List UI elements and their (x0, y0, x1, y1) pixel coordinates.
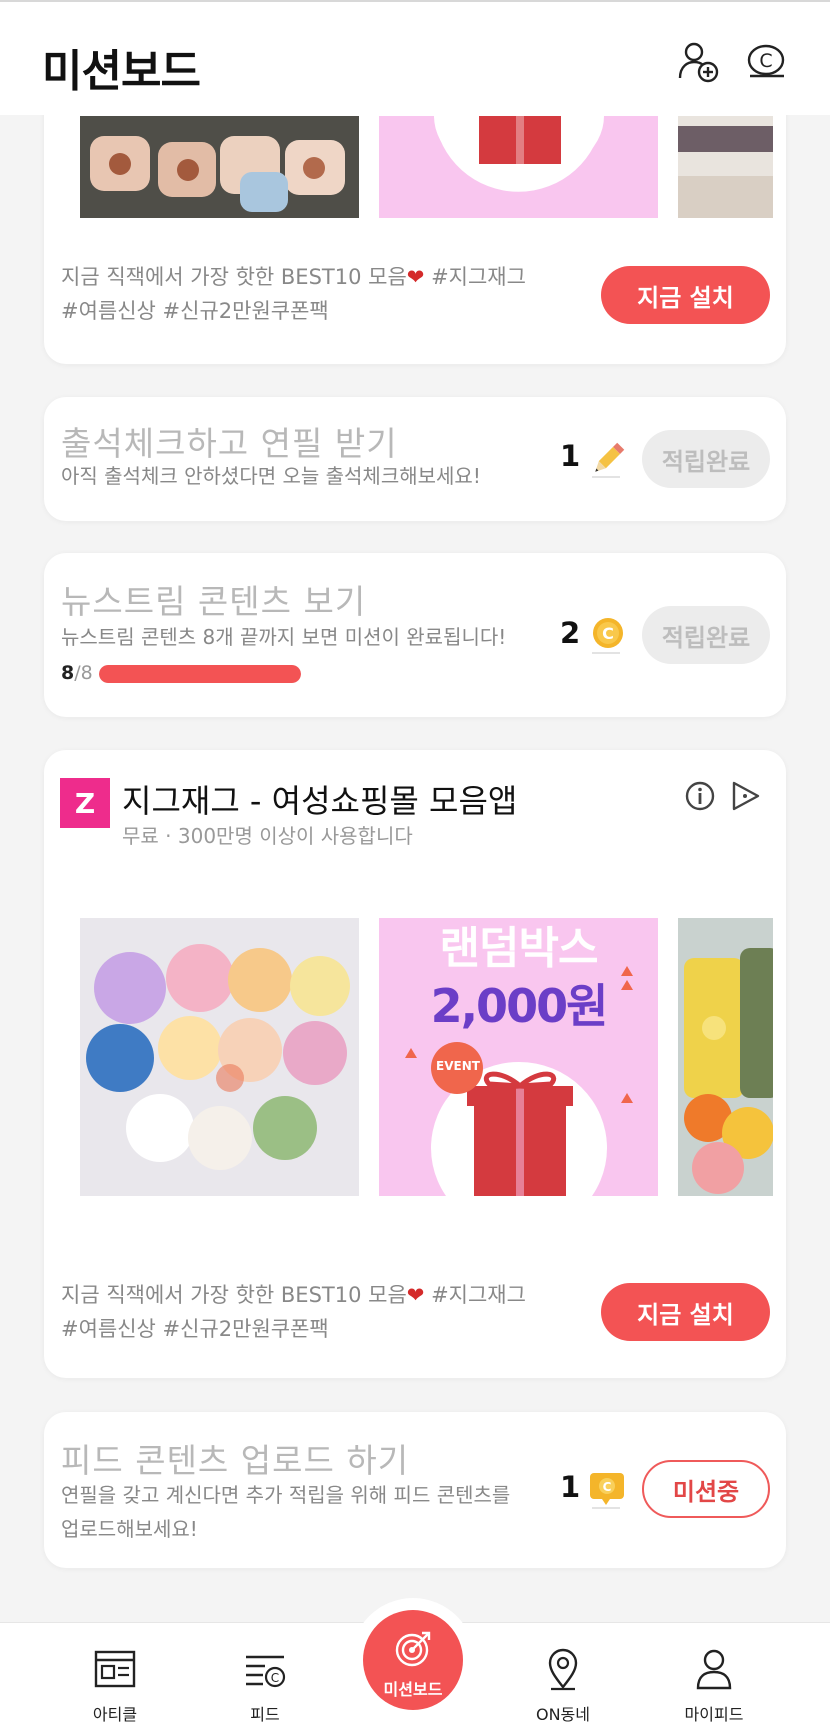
nav-item-article[interactable]: 아티클 (60, 1623, 170, 1729)
ad-choices-icon[interactable] (730, 780, 762, 812)
nav-item-myfeed[interactable]: 마이피드 (659, 1623, 769, 1729)
product-image-cases[interactable] (80, 116, 359, 218)
ad-description: 지금 직잭에서 가장 핫한 BEST10 모음❤ #지그재그 #여름신상 #신규… (61, 260, 551, 328)
mission-title: 출석체크하고 연필 받기 (61, 424, 398, 463)
mission-subtitle-line2: 업로드해보세요! (61, 1517, 198, 1541)
page-title: 미션보드 (42, 46, 201, 97)
install-button[interactable]: 지금 설치 (601, 1283, 770, 1341)
nav-label: 미션보드 (383, 1680, 443, 1699)
product-image-bag[interactable] (678, 116, 773, 218)
product-image-scrunchies[interactable] (80, 918, 359, 1196)
app-logo[interactable]: Z (60, 778, 110, 828)
event-badge: EVENT (436, 1059, 480, 1073)
heart-icon: ❤ (406, 1283, 425, 1307)
app-meta: 무료 · 300만명 이상이 사용합니다 (122, 824, 413, 848)
heart-icon: ❤ (406, 265, 425, 289)
promo-price: 2,000원 (430, 979, 609, 1033)
app-header: 미션보드 C (0, 0, 830, 115)
ad-image-strip[interactable]: 랜덤박스 2,000원 EVENT (80, 918, 775, 1196)
app-name[interactable]: 지그재그 - 여성쇼핑몰 모음앱 (122, 776, 517, 822)
status-complete-button[interactable]: 적립완료 (642, 606, 770, 664)
nav-item-missionboard[interactable]: 미션보드 (351, 1598, 475, 1722)
info-icon[interactable] (684, 780, 716, 812)
person-icon (692, 1647, 736, 1691)
coin-icon[interactable]: C (744, 40, 788, 84)
location-icon (541, 1647, 585, 1691)
reward-count: 1 (560, 1470, 581, 1504)
mission-subtitle: 연필을 갖고 계신다면 추가 적립을 위해 피드 콘텐츠를 업로드해보세요! (61, 1478, 510, 1546)
feed-icon: C (243, 1647, 287, 1691)
product-image-phonecase[interactable] (678, 918, 773, 1196)
progress-current: 8 (61, 662, 75, 684)
missionboard-button[interactable]: 미션보드 (363, 1610, 463, 1710)
ad-tags: #여름신상 #신규2만원쿠폰팩 (61, 299, 329, 323)
ad-tag: #지그재그 (424, 1283, 526, 1307)
pencil-icon (588, 439, 628, 479)
progress-bar (99, 665, 301, 683)
progress-label: 8/8 (61, 662, 93, 684)
svg-text:C: C (603, 1480, 612, 1494)
svg-text:C: C (759, 50, 772, 72)
mission-subtitle: 아직 출석체크 안하셨다면 오늘 출석체크해보세요! (61, 464, 481, 488)
status-complete-button[interactable]: 적립완료 (642, 430, 770, 488)
target-icon (392, 1628, 434, 1670)
status-in-progress-button[interactable]: 미션중 (642, 1460, 770, 1518)
svg-text:C: C (271, 1671, 279, 1685)
ad-card-main: Z 지그재그 - 여성쇼핑몰 모음앱 무료 · 300만명 이상이 사용합니다 (44, 750, 786, 1378)
ad-desc-text: 지금 직잭에서 가장 핫한 BEST10 모음 (61, 265, 407, 289)
mission-subtitle: 뉴스트림 콘텐츠 8개 끝까지 보면 미션이 완료됩니다! (61, 625, 507, 649)
product-image-gift[interactable] (379, 116, 658, 218)
mission-title: 피드 콘텐츠 업로드 하기 (61, 1441, 410, 1480)
article-icon (93, 1647, 137, 1691)
svg-text:C: C (602, 624, 614, 643)
progress-total: /8 (74, 662, 93, 684)
mission-title: 뉴스트림 콘텐츠 보기 (61, 582, 367, 621)
add-user-icon[interactable] (676, 40, 720, 84)
promo-title: 랜덤박스 (439, 923, 599, 974)
reward-count: 1 (560, 439, 581, 473)
nav-label: 마이피드 (684, 1705, 744, 1724)
nav-item-feed[interactable]: C 피드 (210, 1623, 320, 1729)
mission-card-feed-upload[interactable]: 피드 콘텐츠 업로드 하기 연필을 갖고 계신다면 추가 적립을 위해 피드 콘… (44, 1412, 786, 1568)
ad-tags: #여름신상 #신규2만원쿠폰팩 (61, 1317, 329, 1341)
mission-subtitle-line1: 연필을 갖고 계신다면 추가 적립을 위해 피드 콘텐츠를 (61, 1483, 511, 1507)
nav-label: 피드 (250, 1705, 280, 1724)
nav-label: ON동네 (535, 1705, 590, 1724)
coin-reward-icon: C (588, 615, 628, 655)
reward-count: 2 (560, 616, 581, 650)
ad-description: 지금 직잭에서 가장 핫한 BEST10 모음❤ #지그재그 #여름신상 #신규… (61, 1278, 551, 1346)
progress-fill (99, 665, 301, 683)
ad-desc-text: 지금 직잭에서 가장 핫한 BEST10 모음 (61, 1283, 407, 1307)
nav-label: 아티클 (92, 1705, 138, 1724)
ad-image-strip[interactable] (80, 116, 775, 218)
ad-tag: #지그재그 (424, 265, 526, 289)
ad-card-top: 지금 직잭에서 가장 핫한 BEST10 모음❤ #지그재그 #여름신상 #신규… (44, 80, 786, 364)
nav-item-neighborhood[interactable]: ON동네 (508, 1623, 618, 1729)
install-button[interactable]: 지금 설치 (601, 266, 770, 324)
chat-coin-icon: C (588, 1469, 628, 1509)
product-image-random-box[interactable]: 랜덤박스 2,000원 EVENT (379, 918, 658, 1196)
mission-card-attendance[interactable]: 출석체크하고 연필 받기 아직 출석체크 안하셨다면 오늘 출석체크해보세요! … (44, 397, 786, 521)
mission-card-newstream[interactable]: 뉴스트림 콘텐츠 보기 뉴스트림 콘텐츠 8개 끝까지 보면 미션이 완료됩니다… (44, 553, 786, 717)
